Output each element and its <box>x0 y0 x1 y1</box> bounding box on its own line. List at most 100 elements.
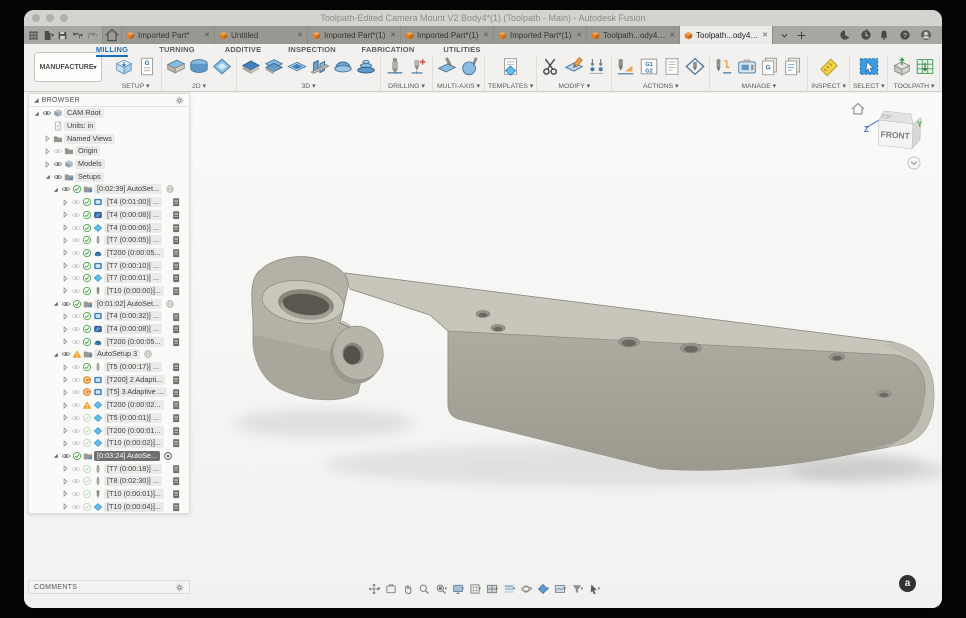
document-tab[interactable]: Imported Part*(1)✕ <box>494 26 587 44</box>
viewcube-menu-chevron-icon[interactable] <box>908 157 920 169</box>
expand-closed-icon[interactable] <box>61 248 70 257</box>
cone-tool-button[interactable] <box>355 56 377 82</box>
tab-close-icon[interactable]: ✕ <box>576 31 582 39</box>
browser-row[interactable]: [T200 (0:00:05... <box>29 335 189 348</box>
visibility-eye-icon[interactable] <box>71 438 81 448</box>
expand-closed-icon[interactable] <box>43 134 52 143</box>
expand-closed-icon[interactable] <box>43 147 52 156</box>
operation-notes-icon[interactable] <box>171 502 181 512</box>
browser-row[interactable]: [T200 (0:00:05... <box>29 247 189 260</box>
pan-hand-button[interactable] <box>402 583 414 595</box>
ribbon-group-label[interactable]: TEMPLATES ▾ <box>488 82 533 90</box>
expand-open-icon[interactable] <box>32 109 41 118</box>
disc-tool-button[interactable] <box>188 56 210 82</box>
comments-bar[interactable]: COMMENTS <box>28 580 190 594</box>
visibility-eye-icon[interactable] <box>71 337 81 347</box>
ribbon-group-label[interactable]: MULTI-AXIS ▾ <box>437 82 480 90</box>
browser-row[interactable]: [T200] 2 Adapti... <box>29 373 189 386</box>
ribbon-tab-fabrication[interactable]: FABRICATION <box>362 45 415 54</box>
setup-tool-button[interactable] <box>113 56 135 82</box>
scissors-tool-button[interactable] <box>540 56 562 82</box>
visibility-eye-icon[interactable] <box>71 489 81 499</box>
expand-closed-icon[interactable] <box>61 426 70 435</box>
browser-row[interactable]: [T7 (0:00:05)] ... <box>29 234 189 247</box>
ground-plane-dropdown-caret[interactable]: ▾ <box>564 586 567 592</box>
notifications-icon[interactable] <box>878 29 890 41</box>
expand-closed-icon[interactable] <box>61 274 70 283</box>
job-status-button[interactable]: 1 <box>860 29 869 41</box>
browser-row[interactable]: CAM Root <box>29 107 189 120</box>
viewcube-home-icon[interactable] <box>852 104 864 115</box>
operation-notes-icon[interactable] <box>171 362 181 372</box>
expand-closed-icon[interactable] <box>61 286 70 295</box>
assistant-button[interactable]: a <box>899 575 916 592</box>
tab-close-icon[interactable]: ✕ <box>669 31 675 39</box>
visibility-eye-icon[interactable] <box>71 476 81 486</box>
operation-notes-icon[interactable] <box>171 489 181 499</box>
visibility-eye-icon[interactable] <box>71 197 81 207</box>
browser-row[interactable]: [T200 (0:00:01... <box>29 424 189 437</box>
dome-tool-button[interactable] <box>332 56 354 82</box>
ribbon-tab-additive[interactable]: ADDITIVE <box>225 45 262 54</box>
browser-row[interactable]: [T5 (0:00:01)] ... <box>29 412 189 425</box>
browser-row[interactable]: Units: in <box>29 120 189 133</box>
document-tab[interactable]: Untitled✕ <box>215 26 308 44</box>
profile-avatar[interactable] <box>920 29 932 41</box>
browser-row[interactable]: [T200 (0:00:02... <box>29 399 189 412</box>
visibility-eye-icon[interactable] <box>71 273 81 283</box>
save-button[interactable] <box>57 30 68 41</box>
operation-notes-icon[interactable] <box>171 400 181 410</box>
display-settings-dropdown-caret[interactable]: ▾ <box>462 586 465 592</box>
browser-row[interactable]: [T5 (0:00:17)] ... <box>29 361 189 374</box>
visibility-eye-icon[interactable] <box>53 172 63 182</box>
operation-notes-icon[interactable] <box>171 210 181 220</box>
expand-open-icon[interactable] <box>51 350 60 359</box>
help-icon[interactable] <box>899 29 911 41</box>
expand-closed-icon[interactable] <box>61 337 70 346</box>
visibility-eye-icon[interactable] <box>71 413 81 423</box>
operation-notes-icon[interactable] <box>171 223 181 233</box>
viewcube-cube[interactable]: FRONT TOP <box>878 111 921 149</box>
face-tool-button[interactable] <box>165 56 187 82</box>
pencil-tool-button[interactable] <box>563 56 585 82</box>
expand-open-icon[interactable] <box>51 185 60 194</box>
target-icon[interactable] <box>163 451 173 461</box>
expand-closed-icon[interactable] <box>43 160 52 169</box>
redo-dropdown-caret[interactable]: ▾ <box>95 32 98 39</box>
operation-notes-icon[interactable] <box>171 273 181 283</box>
browser-row[interactable]: [T4 (0:00:08)] ... <box>29 323 189 336</box>
look-at-button[interactable]: ▾ <box>537 583 550 595</box>
viewports-button[interactable]: ▾ <box>486 583 499 595</box>
expand-closed-icon[interactable] <box>61 489 70 498</box>
gdoc-tool-button[interactable] <box>136 56 158 82</box>
tab-close-icon[interactable]: ✕ <box>204 31 210 39</box>
browser-settings-gear-icon[interactable] <box>175 96 184 105</box>
ribbon-group-label[interactable]: MODIFY ▾ <box>558 82 590 90</box>
zoom-button[interactable] <box>418 583 430 595</box>
tab-close-icon[interactable]: ✕ <box>762 31 768 39</box>
expand-closed-icon[interactable] <box>61 388 70 397</box>
expand-closed-icon[interactable] <box>61 375 70 384</box>
new-tab-button[interactable] <box>796 30 807 41</box>
display-settings-button[interactable]: ▾ <box>452 583 465 595</box>
gridbox-tool-button[interactable] <box>914 56 936 82</box>
wall-tool-button[interactable] <box>309 56 331 82</box>
operation-notes-icon[interactable] <box>171 235 181 245</box>
globe-icon[interactable] <box>165 184 175 194</box>
workspace-switcher-button[interactable]: MANUFACTURE▾ <box>34 52 102 82</box>
operation-notes-icon[interactable] <box>171 375 181 385</box>
steps-dropdown-caret[interactable]: ▾ <box>513 586 516 592</box>
undo-dropdown-caret[interactable]: ▾ <box>80 32 83 39</box>
expand-closed-icon[interactable] <box>61 464 70 473</box>
grids-button[interactable]: ▾ <box>469 583 482 595</box>
visibility-eye-icon[interactable] <box>71 426 81 436</box>
ribbon-tab-inspection[interactable]: INSPECTION <box>288 45 336 54</box>
browser-row[interactable]: Setups <box>29 170 189 183</box>
expand-closed-icon[interactable] <box>61 236 70 245</box>
expand-closed-icon[interactable] <box>61 198 70 207</box>
tilt-tool-button[interactable] <box>436 56 458 82</box>
boxup-tool-button[interactable] <box>891 56 913 82</box>
browser-row[interactable]: [T4 (0:01:00)] ... <box>29 196 189 209</box>
expand-open-icon[interactable] <box>43 172 52 181</box>
home-tab-button[interactable] <box>102 26 122 44</box>
